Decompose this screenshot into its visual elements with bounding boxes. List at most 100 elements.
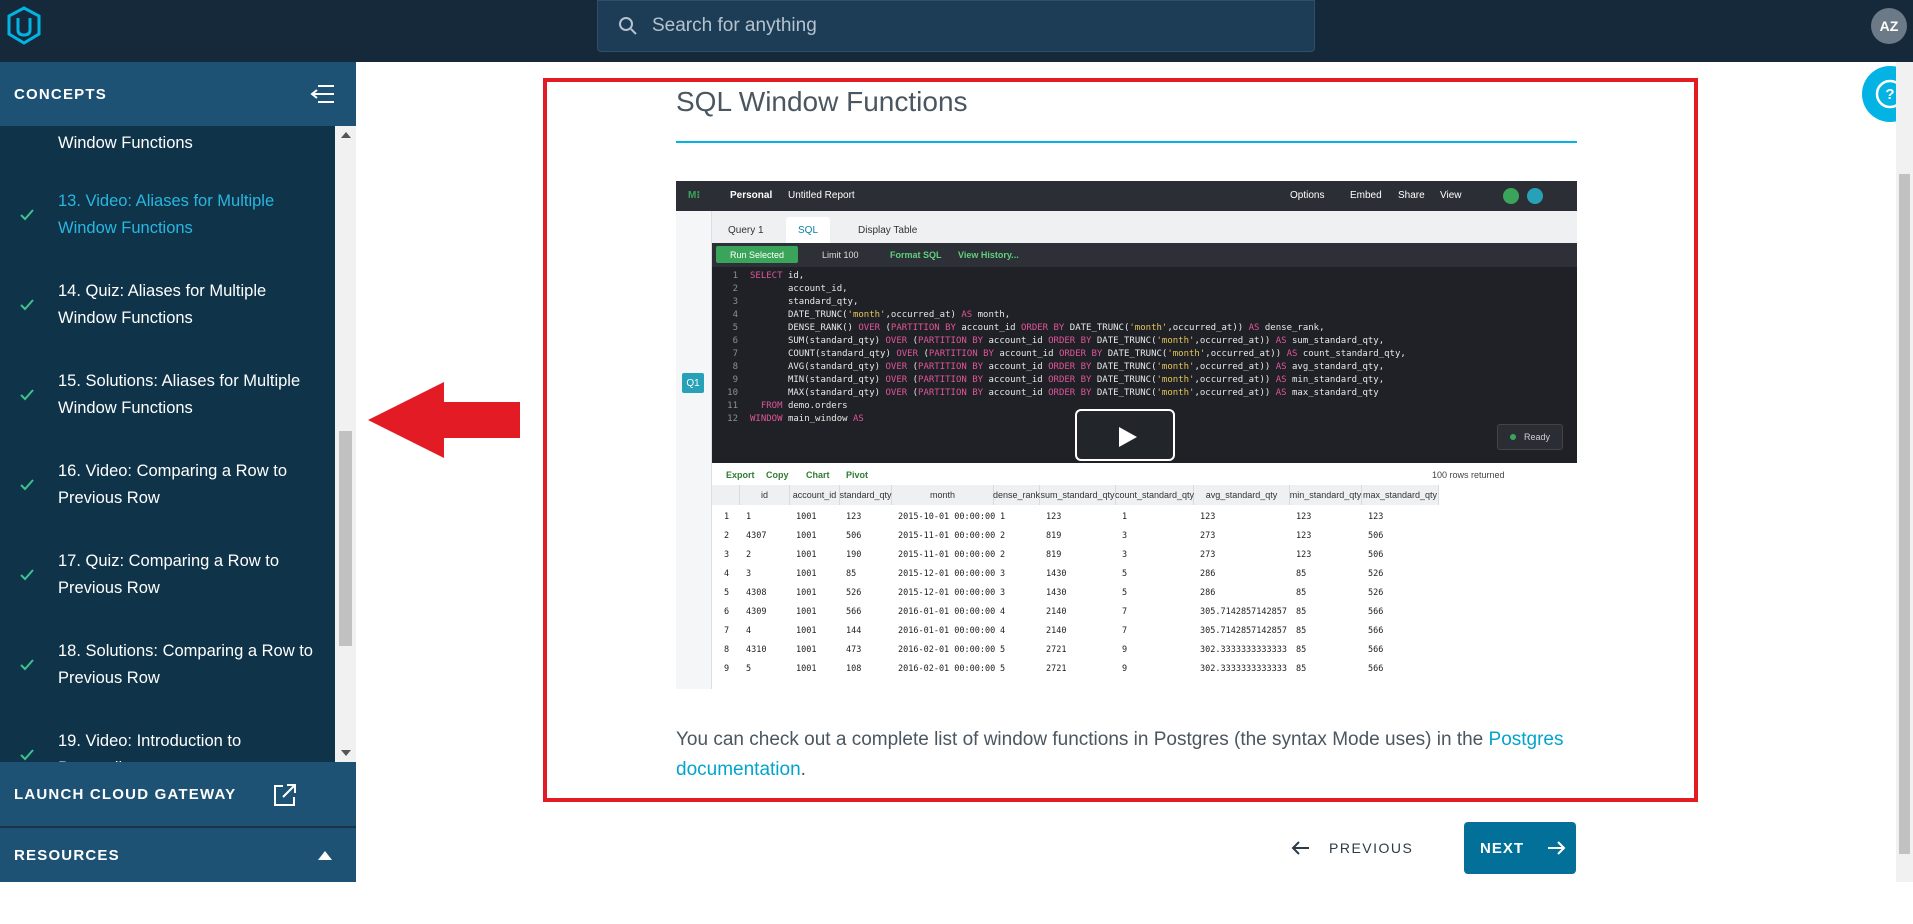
tab-sql: SQL [786,217,831,243]
line-number: 3 [732,297,738,307]
pivot-label: Pivot [846,470,869,480]
line-number: 9 [732,375,738,385]
table-cell: 3 [1122,530,1128,541]
previous-button[interactable]: PREVIOUS [1291,822,1413,874]
table-cell: 1001 [796,587,817,598]
table-cell: 566 [846,606,862,617]
code-line: standard_qty, [787,297,859,307]
ready-status: Ready [1497,424,1563,450]
sidebar-scrollbar[interactable] [335,126,356,762]
sidebar-item-14[interactable]: 14. Quiz: Aliases for Multiple Window Fu… [0,260,335,350]
resources-label: RESOURCES [14,846,120,864]
table-cell: 506 [1368,549,1384,560]
table-cell: 1 [1000,511,1006,522]
mode-left-rail: Q1 [676,211,712,689]
column-header: min_standard_qty [1290,485,1362,505]
table-cell: 5 [1000,663,1006,674]
table-cell: 819 [1046,549,1062,560]
external-link-icon [274,784,296,806]
sidebar-item-window-functions[interactable]: Window Functions [0,126,335,168]
next-button[interactable]: NEXT [1464,822,1576,874]
top-bar: Search for anything AZ [0,0,1913,62]
sidebar-item-15[interactable]: 15. Solutions: Aliases for Multiple Wind… [0,350,335,440]
mode-menu-options: Options [1290,190,1325,201]
table-cell: 7 [1122,625,1128,636]
scroll-down-icon[interactable] [341,750,351,756]
column-header: avg_standard_qty [1194,485,1290,505]
table-cell: 123 [846,511,862,522]
check-icon [20,209,34,221]
code-line: SELECT id, [750,271,805,281]
table-cell: 4 [1000,625,1006,636]
sidebar-item-19[interactable]: 19. Video: Introduction to Percentiles [0,710,335,762]
table-cell: 85 [1296,587,1307,598]
description-period: . [800,759,806,780]
sidebar: CONCEPTS Window Functions 13. Video: Ali… [0,62,356,882]
udacity-logo[interactable] [6,6,42,46]
chevron-up-icon [318,851,332,860]
concepts-header: CONCEPTS [0,62,356,126]
play-button[interactable] [1075,409,1175,461]
play-icon [1119,427,1137,447]
plus-icon [1503,188,1519,204]
sidebar-item-label: 13. Video: Aliases for Multiple Window F… [58,192,275,237]
avatar[interactable]: AZ [1871,8,1907,44]
sidebar-item-18[interactable]: 18. Solutions: Comparing a Row to Previo… [0,620,335,710]
table-cell: 2721 [1046,663,1067,674]
table-cell: 123 [1296,511,1312,522]
table-cell: 286 [1200,568,1216,579]
scrollbar-thumb[interactable] [339,431,352,646]
table-cell: 85 [846,568,857,579]
column-header: sum_standard_qty [1040,485,1116,505]
column-header: standard_qty [839,485,892,505]
table-cell: 190 [846,549,862,560]
table-cell: 123 [1368,511,1384,522]
mode-menu-embed: Embed [1350,190,1382,201]
line-number: 10 [727,388,738,398]
launch-label: LAUNCH CLOUD GATEWAY [14,785,237,803]
table-cell: 273 [1200,530,1216,541]
page-scrollbar[interactable] [1896,62,1913,882]
column-header: account_id [790,485,840,505]
tab-query1: Query 1 [728,224,764,236]
search-placeholder: Search for anything [652,15,817,36]
view-history-label: View History... [958,250,1019,260]
table-cell: 305.7142857142857 [1200,625,1287,636]
scroll-up-icon[interactable] [341,132,351,138]
mode-video-thumbnail[interactable]: M⁝ Personal Untitled Report Options Embe… [676,181,1577,689]
table-cell: 5 [1122,587,1128,598]
table-cell: 4308 [746,587,767,598]
table-cell: 5 [1122,568,1128,579]
resources-toggle[interactable]: RESOURCES [0,828,356,882]
sidebar-item-13[interactable]: 13. Video: Aliases for Multiple Window F… [0,170,335,260]
table-cell: 108 [846,663,862,674]
sidebar-item-label: 19. Video: Introduction to Percentiles [58,732,242,762]
sidebar-item-label: 14. Quiz: Aliases for Multiple Window Fu… [58,282,267,327]
table-cell: 3 [1000,568,1006,579]
code-line: COUNT(standard_qty) OVER (PARTITION BY a… [787,349,1406,359]
scrollbar-thumb[interactable] [1899,174,1910,854]
limit-label: Limit 100 [822,250,859,260]
table-cell: 2015-11-01 00:00:00 [898,530,996,541]
code-line: MAX(standard_qty) OVER (PARTITION BY acc… [787,388,1379,398]
collapse-sidebar-icon[interactable] [310,82,336,106]
results-toolbar: Export Copy Chart Pivot 100 rows returne… [712,463,1577,485]
table-cell: 566 [1368,625,1384,636]
sidebar-item-17[interactable]: 17. Quiz: Comparing a Row to Previous Ro… [0,530,335,620]
table-cell: 3 [1122,549,1128,560]
table-cell: 2015-10-01 00:00:00 [898,511,996,522]
table-cell: 566 [1368,663,1384,674]
table-cell: 526 [1368,568,1384,579]
line-number: 6 [732,336,738,346]
table-cell: 302.3333333333333 [1200,644,1287,655]
table-cell: 1430 [1046,568,1067,579]
line-number: 4 [732,310,738,320]
launch-cloud-gateway-button[interactable]: LAUNCH CLOUD GATEWAY [0,762,356,826]
code-line: account_id, [787,284,848,294]
search-input[interactable]: Search for anything [597,0,1315,52]
code-line: WINDOW main_window AS [750,414,864,424]
table-cell: 4310 [746,644,767,655]
table-cell: 1001 [796,568,817,579]
sidebar-item-16[interactable]: 16. Video: Comparing a Row to Previous R… [0,440,335,530]
column-header: month [892,485,994,505]
